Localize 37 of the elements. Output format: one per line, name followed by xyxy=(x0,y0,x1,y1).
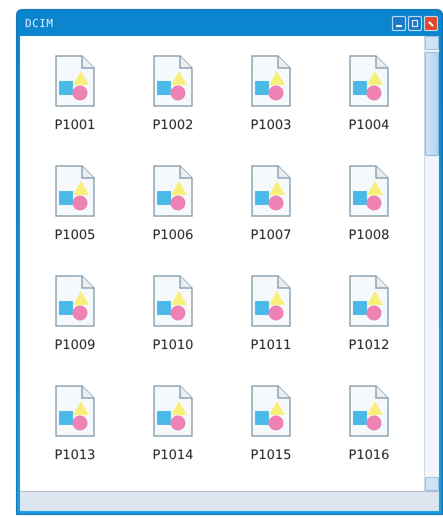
image-file-icon xyxy=(249,274,293,328)
file-name[interactable]: P1002 xyxy=(152,118,194,133)
file-name[interactable]: P1015 xyxy=(250,448,292,463)
close-button[interactable] xyxy=(424,16,438,30)
file-name[interactable]: P1004 xyxy=(348,118,390,133)
image-file-icon xyxy=(53,274,97,328)
image-file-icon xyxy=(249,384,293,438)
file-name[interactable]: P1005 xyxy=(54,228,96,243)
image-file-icon xyxy=(151,54,195,108)
image-file-icon xyxy=(53,54,97,108)
image-file-icon xyxy=(151,164,195,218)
file-name[interactable]: P1010 xyxy=(152,338,194,353)
file-name[interactable]: P1006 xyxy=(152,228,194,243)
image-file-icon xyxy=(347,384,391,438)
image-file-icon xyxy=(347,164,391,218)
file-name[interactable]: P1001 xyxy=(54,118,96,133)
image-file-icon xyxy=(347,274,391,328)
file-name[interactable]: P1014 xyxy=(152,448,194,463)
minimize-button[interactable] xyxy=(392,16,406,30)
file-name[interactable]: P1008 xyxy=(348,228,390,243)
file-name[interactable]: P1009 xyxy=(54,338,96,353)
image-file-icon xyxy=(249,164,293,218)
file-name[interactable]: P1016 xyxy=(348,448,390,463)
image-file-icon xyxy=(347,54,391,108)
image-file-icon xyxy=(53,164,97,218)
maximize-button[interactable] xyxy=(408,16,422,30)
image-file-icon xyxy=(151,384,195,438)
image-file-icon xyxy=(53,384,97,438)
file-name[interactable]: P1012 xyxy=(348,338,390,353)
file-name[interactable]: P1007 xyxy=(250,228,292,243)
file-name[interactable]: P1011 xyxy=(250,338,292,353)
window-title: DCIM xyxy=(25,16,54,30)
file-name[interactable]: P1003 xyxy=(250,118,292,133)
image-file-icon xyxy=(249,54,293,108)
file-name[interactable]: P1013 xyxy=(54,448,96,463)
scrollbar[interactable] xyxy=(424,36,439,491)
image-file-icon xyxy=(151,274,195,328)
